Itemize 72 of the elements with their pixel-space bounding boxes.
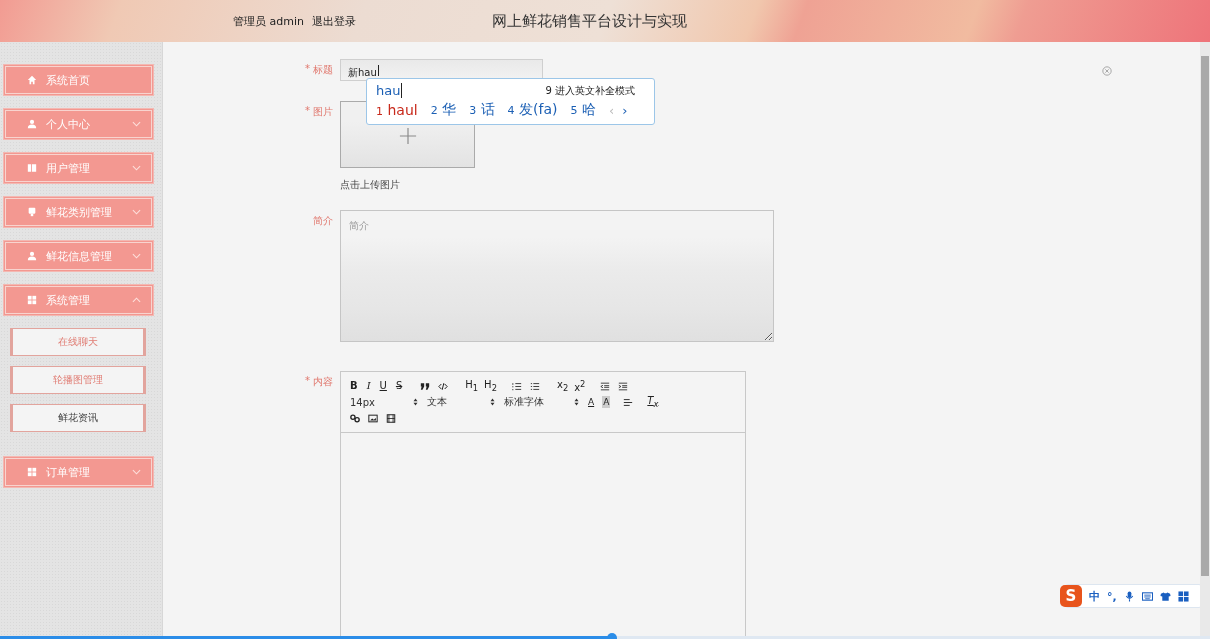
ime-candidate[interactable]: 4 发(fa): [507, 101, 558, 119]
bullet-list-icon[interactable]: [529, 381, 540, 391]
ime-candidate[interactable]: 1 haul: [376, 102, 418, 118]
required-mark: *: [305, 375, 310, 386]
chevron-down-icon: [132, 469, 141, 475]
required-mark: *: [305, 63, 310, 74]
color-button[interactable]: A: [588, 396, 595, 408]
outdent-icon[interactable]: [600, 381, 611, 391]
ime-composition: hau: [376, 83, 403, 98]
ime-candidate[interactable]: 3 话: [469, 101, 495, 119]
logout-link[interactable]: 退出登录: [311, 13, 356, 29]
ime-candidate[interactable]: 5 哈: [570, 101, 596, 119]
format-button[interactable]: U: [379, 380, 387, 392]
format-select[interactable]: 14px: [350, 396, 418, 408]
color-button[interactable]: A: [602, 396, 611, 408]
chevron-down-icon: [132, 121, 141, 127]
format-select[interactable]: 文本: [427, 395, 495, 409]
image-icon[interactable]: [368, 413, 378, 423]
keyboard-icon[interactable]: [1141, 590, 1153, 602]
person-icon: [27, 251, 37, 261]
sort-arrows-icon: [413, 398, 418, 406]
chevron-down-icon: [132, 165, 141, 171]
format-select[interactable]: 标准字体: [504, 395, 579, 409]
format-button[interactable]: S: [395, 380, 403, 392]
link-icon[interactable]: [350, 413, 360, 423]
script-button[interactable]: x$_{2}$: [556, 378, 569, 394]
sort-arrows-icon: [574, 398, 579, 406]
ime-punct-button[interactable]: °,: [1107, 589, 1117, 603]
code-icon[interactable]: [438, 381, 449, 391]
home-icon: [27, 75, 37, 85]
book-icon: [27, 163, 37, 173]
field-label: 内容: [313, 375, 333, 389]
submenu-item[interactable]: 鲜花资讯: [10, 404, 146, 432]
ime-page-button[interactable]: ›: [622, 102, 628, 118]
chevron-down-icon: [132, 209, 141, 215]
plus-icon: [398, 127, 417, 145]
format-button[interactable]: B: [350, 380, 358, 392]
field-label: 图片: [313, 105, 333, 119]
ime-candidate[interactable]: 2 华: [430, 101, 457, 119]
shirt-icon[interactable]: [1159, 590, 1171, 602]
microphone-icon[interactable]: [1123, 590, 1135, 602]
ime-logo[interactable]: S: [1060, 585, 1082, 607]
ime-mode-button[interactable]: 中: [1089, 588, 1100, 604]
scrollbar[interactable]: [1200, 42, 1210, 639]
video-icon[interactable]: [386, 413, 396, 423]
site-title: 网上鲜花销售平台设计与实现: [491, 11, 687, 31]
chevron-down-icon: [132, 253, 141, 259]
intro-textarea[interactable]: 简介: [340, 210, 774, 342]
format-button[interactable]: I: [366, 380, 371, 392]
quote-icon[interactable]: [420, 381, 431, 391]
seek-bar[interactable]: [0, 636, 1210, 639]
upload-hint: 点击上传图片: [340, 178, 401, 192]
marker-icon: [27, 207, 37, 217]
admin-label: 管理员 admin: [233, 13, 304, 29]
grid-icon: [27, 295, 37, 305]
heading-button[interactable]: H$_{2}$: [484, 378, 497, 394]
required-mark: *: [305, 105, 310, 116]
clear-format-button[interactable]: T$_{x}$: [647, 394, 659, 410]
title-input[interactable]: 新hau: [340, 59, 543, 81]
grid-icon[interactable]: [1177, 590, 1189, 602]
indent-icon[interactable]: [618, 381, 629, 391]
ordered-list-icon[interactable]: [511, 381, 522, 391]
script-button[interactable]: x$^{2}$: [574, 377, 586, 395]
sort-arrows-icon: [490, 398, 495, 406]
field-label: 标题: [313, 63, 333, 77]
align-icon[interactable]: [623, 397, 634, 407]
field-label: 简介: [313, 214, 333, 228]
ime-mode-hint[interactable]: 9 进入英文补全模式: [545, 83, 635, 98]
chevron-up-icon: [132, 297, 141, 303]
person-icon: [27, 119, 37, 129]
grid-icon: [27, 467, 37, 477]
heading-button[interactable]: H$_{1}$: [465, 378, 479, 394]
